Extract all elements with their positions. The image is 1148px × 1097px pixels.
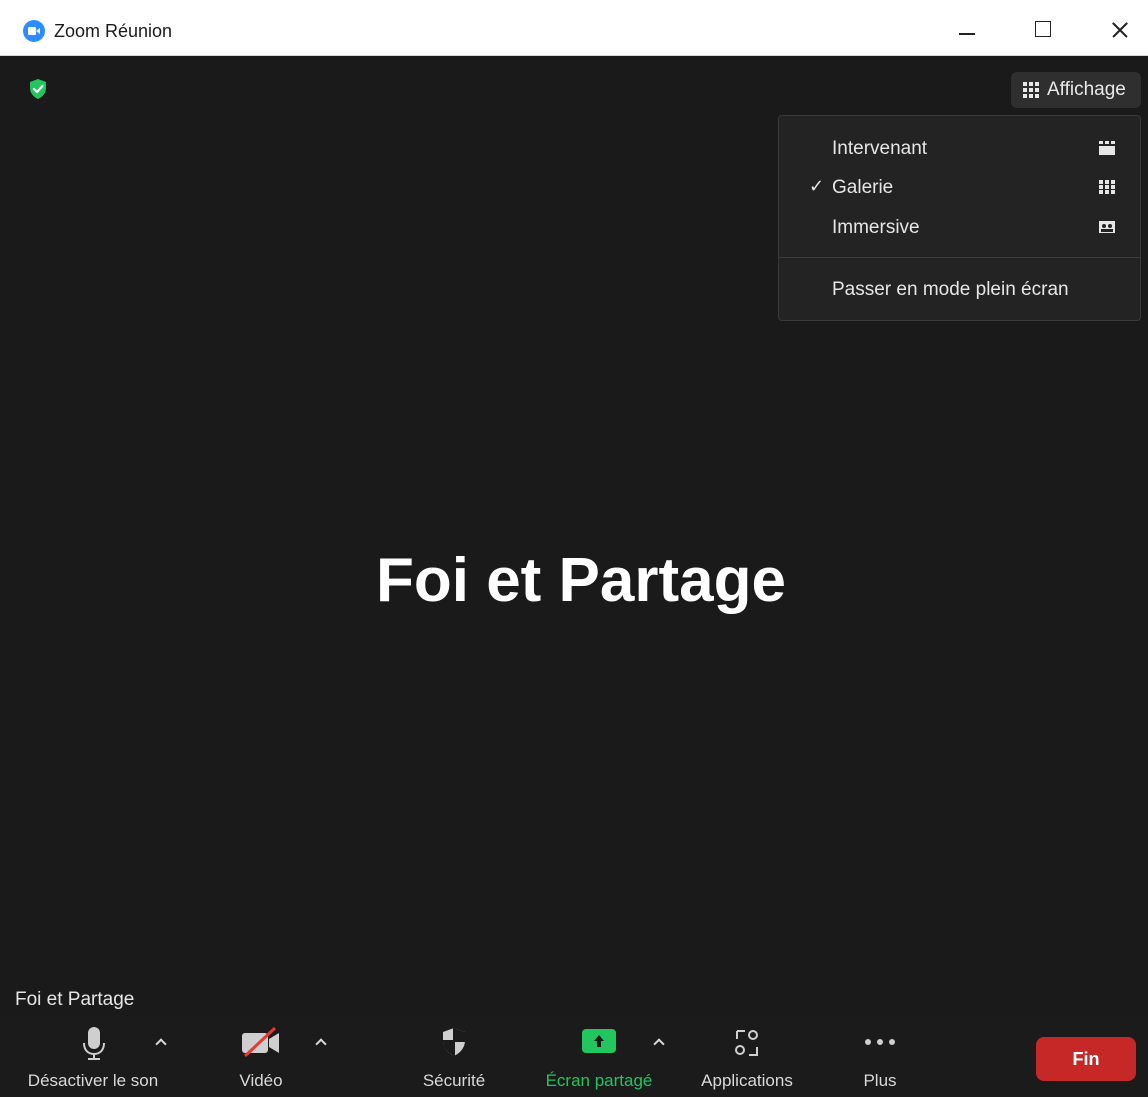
- menu-item-label: Immersive: [832, 217, 920, 238]
- menu-item-speaker-view[interactable]: Intervenant: [779, 128, 1140, 168]
- end-meeting-button[interactable]: Fin: [1036, 1037, 1136, 1081]
- more-button[interactable]: Plus: [830, 1017, 930, 1097]
- zoom-meeting-window: Zoom Réunion Affichage Intervenant ✓ Gal…: [0, 0, 1148, 1097]
- check-icon: ✓: [809, 176, 825, 196]
- close-button[interactable]: [1094, 0, 1144, 56]
- end-meeting-label: Fin: [1072, 1049, 1100, 1069]
- gallery-view-icon: [1099, 180, 1115, 194]
- menu-separator: [779, 257, 1140, 258]
- security-label: Sécurité: [422, 1071, 486, 1090]
- security-shield-icon: [443, 1028, 465, 1056]
- participant-display-name: Foi et Partage: [376, 546, 786, 615]
- menu-item-label: Passer en mode plein écran: [832, 279, 1069, 300]
- mute-button[interactable]: Désactiver le son: [12, 1017, 174, 1097]
- security-button[interactable]: Sécurité: [404, 1017, 504, 1097]
- grid-icon: [1023, 82, 1039, 98]
- window-title: Zoom Réunion: [54, 21, 173, 41]
- more-dots-icon: [865, 1039, 895, 1045]
- share-screen-label: Écran partagé: [545, 1071, 653, 1090]
- meeting-toolbar: Désactiver le son Vidéo Sécurité Écran p…: [0, 1017, 1148, 1097]
- zoom-app-icon: [23, 20, 45, 42]
- video-label: Vidéo: [239, 1071, 283, 1090]
- apps-icon: [735, 1030, 758, 1056]
- maximize-button[interactable]: [1020, 0, 1070, 56]
- applications-button[interactable]: Applications: [688, 1017, 806, 1097]
- video-options-chevron-icon[interactable]: [314, 1035, 328, 1049]
- view-menu: Intervenant ✓ Galerie Immersive Passer e…: [778, 115, 1141, 321]
- applications-label: Applications: [701, 1071, 793, 1090]
- video-button[interactable]: Vidéo: [211, 1017, 311, 1097]
- minimize-button[interactable]: [944, 0, 994, 56]
- speaker-view-icon: [1099, 141, 1115, 155]
- share-options-chevron-icon[interactable]: [652, 1035, 666, 1049]
- menu-item-label: Intervenant: [832, 138, 928, 159]
- microphone-icon: [83, 1027, 105, 1060]
- view-button[interactable]: Affichage: [1011, 72, 1141, 108]
- menu-item-fullscreen[interactable]: Passer en mode plein écran: [779, 269, 1140, 309]
- menu-item-label: Galerie: [832, 177, 894, 198]
- menu-item-immersive-view[interactable]: Immersive: [779, 207, 1140, 247]
- encryption-shield-icon[interactable]: [28, 78, 48, 100]
- participant-name-tag: Foi et Partage: [8, 983, 142, 1017]
- more-label: Plus: [863, 1071, 897, 1090]
- share-screen-button[interactable]: Écran partagé: [536, 1017, 662, 1097]
- view-button-label: Affichage: [1047, 79, 1126, 100]
- menu-item-gallery-view[interactable]: ✓ Galerie: [779, 167, 1140, 207]
- mute-label: Désactiver le son: [27, 1071, 159, 1090]
- share-screen-icon: [582, 1029, 616, 1053]
- immersive-view-icon: [1099, 221, 1115, 233]
- video-off-icon: [242, 1027, 279, 1057]
- title-bar: Zoom Réunion: [0, 0, 1148, 56]
- audio-options-chevron-icon[interactable]: [154, 1035, 168, 1049]
